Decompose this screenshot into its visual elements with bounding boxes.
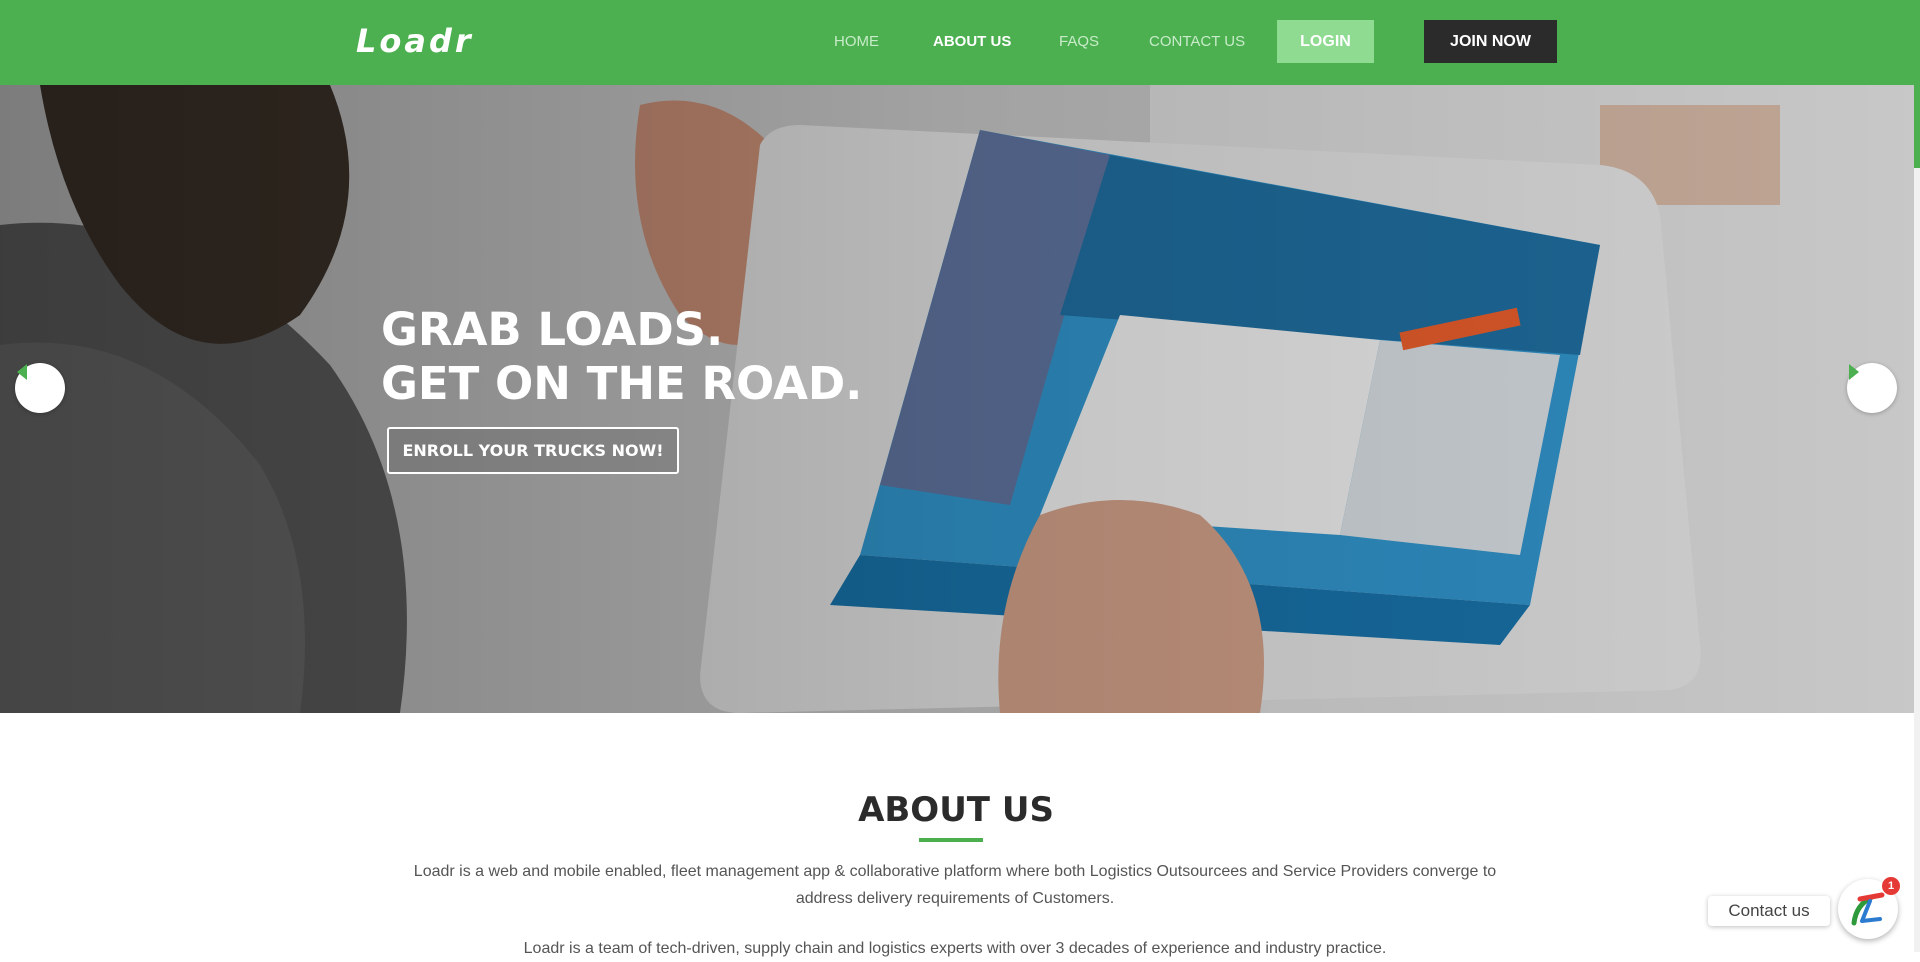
nav-home-link[interactable]: HOME	[834, 33, 879, 50]
hero-headline-line-1: GRAB LOADS.	[381, 303, 724, 356]
page-scrollbar-thumb[interactable]	[1914, 0, 1920, 168]
chat-logo-icon	[1851, 892, 1885, 926]
hero-headline-line-2: GET ON THE ROAD.	[381, 357, 863, 410]
enroll-trucks-button[interactable]: ENROLL YOUR TRUCKS NOW!	[387, 427, 679, 474]
loadr-logo[interactable]: Loadr	[356, 22, 474, 60]
chevron-left-icon	[17, 364, 27, 380]
hero-headline: GRAB LOADS. GET ON THE ROAD.	[381, 303, 862, 411]
about-paragraph-2: Loadr is a team of tech-driven, supply c…	[523, 940, 1387, 957]
about-section-title: ABOUT US	[858, 790, 1054, 830]
carousel-prev-button[interactable]	[15, 363, 65, 413]
nav-faqs-link[interactable]: FAQS	[1059, 33, 1099, 50]
hero-carousel: GRAB LOADS. GET ON THE ROAD. ENROLL YOUR…	[0, 85, 1914, 713]
contact-us-label[interactable]: Contact us	[1708, 896, 1830, 926]
chevron-right-icon	[1849, 364, 1859, 380]
nav-about-link[interactable]: ABOUT US	[933, 33, 1011, 50]
hero-background-image	[0, 85, 1914, 713]
about-paragraph-1: Loadr is a web and mobile enabled, fleet…	[413, 863, 1497, 907]
join-now-button[interactable]: JOIN NOW	[1424, 20, 1557, 63]
top-navbar: Loadr HOME ABOUT US FAQS CONTACT US LOGI…	[0, 0, 1920, 85]
login-button[interactable]: LOGIN	[1277, 20, 1374, 63]
nav-contact-link[interactable]: CONTACT US	[1149, 33, 1245, 50]
carousel-next-button[interactable]	[1847, 363, 1897, 413]
chat-notification-badge: 1	[1882, 877, 1900, 895]
about-title-underline	[919, 838, 983, 842]
